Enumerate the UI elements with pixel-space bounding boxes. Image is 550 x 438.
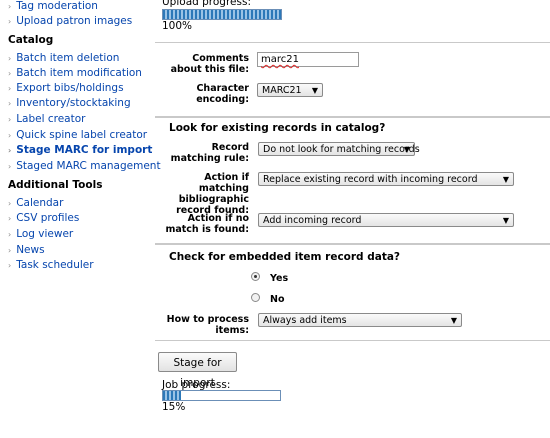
nomatch-action-label: Action if no match is found: <box>165 213 249 235</box>
main-content: Upload progress: 100% Comments about thi… <box>155 0 550 438</box>
dropdown-arrow-icon: ▼ <box>502 216 509 225</box>
sidebar-item-csv-profiles[interactable]: › CSV profiles <box>8 212 79 224</box>
dropdown-arrow-icon: ▼ <box>450 316 457 325</box>
sidebar-item-news[interactable]: › News <box>8 244 45 256</box>
chevron-right-icon: › <box>8 146 12 155</box>
process-items-select[interactable]: Always add items ▼ <box>258 313 462 327</box>
matching-legend: Look for existing records in catalog? <box>169 122 386 134</box>
yes-radio[interactable] <box>251 272 260 281</box>
stage-for-import-button[interactable]: Stage for import <box>158 352 237 389</box>
catalog-heading: Catalog <box>8 34 54 46</box>
upload-progress-bar <box>162 9 282 20</box>
sidebar-item-inventory[interactable]: › Inventory/stocktaking <box>8 97 131 109</box>
no-radio-label: No <box>270 294 285 305</box>
dropdown-arrow-icon: ▼ <box>311 86 318 95</box>
comments-input[interactable]: marc21 <box>257 52 359 67</box>
chevron-right-icon: › <box>8 199 12 208</box>
encoding-label: Character encoding: <box>196 83 249 105</box>
upload-progress-label: Upload progress: <box>162 0 251 8</box>
sidebar-item-batch-item-modification[interactable]: › Batch item modification <box>8 67 142 79</box>
chevron-right-icon: › <box>8 17 12 26</box>
chevron-right-icon: › <box>8 214 12 223</box>
sidebar-item-label-creator[interactable]: › Label creator <box>8 113 85 125</box>
chevron-right-icon: › <box>8 2 12 11</box>
chevron-right-icon: › <box>8 99 12 108</box>
chevron-right-icon: › <box>8 115 12 124</box>
no-radio[interactable] <box>251 293 260 302</box>
match-action-select[interactable]: Replace existing record with incoming re… <box>258 172 514 186</box>
chevron-right-icon: › <box>8 261 12 270</box>
sidebar-item-export-bibs[interactable]: › Export bibs/holdings <box>8 82 124 94</box>
sidebar-item-log-viewer[interactable]: › Log viewer <box>8 228 73 240</box>
comments-label: Comments about this file: <box>170 53 249 75</box>
chevron-right-icon: › <box>8 69 12 78</box>
matching-rule-select[interactable]: Do not look for matching records ▼ <box>258 142 420 156</box>
match-action-label: Action if matching bibliographic record … <box>176 172 249 216</box>
sidebar-item-batch-item-deletion[interactable]: › Batch item deletion <box>8 52 119 64</box>
encoding-select[interactable]: MARC21 ▼ <box>257 83 323 97</box>
chevron-right-icon: › <box>8 246 12 255</box>
sidebar-item-stage-marc[interactable]: › Stage MARC for import <box>8 144 152 156</box>
yes-radio-label: Yes <box>270 273 289 284</box>
sidebar-item-calendar[interactable]: › Calendar <box>8 197 63 209</box>
chevron-right-icon: › <box>8 230 12 239</box>
chevron-right-icon: › <box>8 162 12 171</box>
dropdown-arrow-icon: ▼ <box>403 145 410 154</box>
sidebar-item-task-scheduler[interactable]: › Task scheduler <box>8 259 94 271</box>
sidebar-item-quick-spine-label[interactable]: › Quick spine label creator <box>8 129 147 141</box>
job-progress-percent: 15% <box>162 401 186 413</box>
nomatch-action-select[interactable]: Add incoming record ▼ <box>258 213 514 227</box>
chevron-right-icon: › <box>8 131 12 140</box>
chevron-right-icon: › <box>8 54 12 63</box>
process-items-label: How to process items: <box>166 314 249 336</box>
chevron-right-icon: › <box>8 84 12 93</box>
upload-progress-fill <box>163 10 281 19</box>
sidebar-item-tag-moderation[interactable]: › Tag moderation <box>8 0 98 12</box>
job-progress-fill <box>163 391 181 400</box>
additional-tools-heading: Additional Tools <box>8 179 103 191</box>
dropdown-arrow-icon: ▼ <box>502 175 509 184</box>
items-legend: Check for embedded item record data? <box>169 251 401 263</box>
upload-progress-percent: 100% <box>162 20 193 32</box>
sidebar-item-upload-patron-images[interactable]: › Upload patron images <box>8 15 132 27</box>
sidebar-item-staged-marc-management[interactable]: › Staged MARC management <box>8 160 161 172</box>
job-progress-bar <box>162 390 281 401</box>
matching-rule-label: Record matching rule: <box>170 142 249 164</box>
